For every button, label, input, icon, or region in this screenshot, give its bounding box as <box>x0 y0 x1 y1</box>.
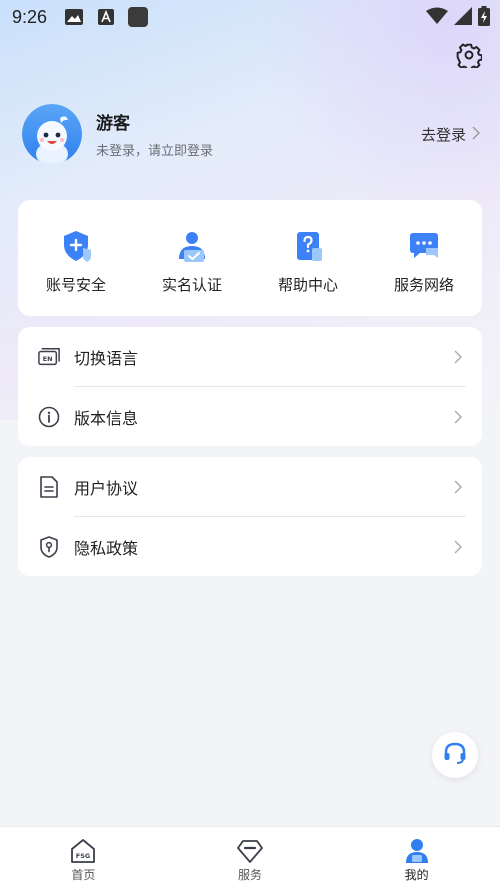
tab-label: 首页 <box>71 868 96 882</box>
profile-section: 游客 未登录，请立即登录 去登录 <box>22 104 482 164</box>
image-icon <box>63 6 85 28</box>
battery-charging-icon <box>478 6 490 30</box>
quick-action-help-center[interactable]: 帮助中心 <box>250 200 366 316</box>
gear-icon <box>456 43 483 72</box>
chevron-right-icon <box>454 409 462 428</box>
settings-button[interactable] <box>456 42 483 72</box>
shield-key-icon <box>38 536 60 558</box>
tab-mine[interactable]: 我的 <box>333 827 500 888</box>
menu-item-privacy-policy[interactable]: 隐私政策 <box>18 517 482 577</box>
menu-item-label: 用户协议 <box>74 479 139 498</box>
tab-home[interactable]: FSG 首页 <box>0 827 167 888</box>
login-hint: 未登录，请立即登录 <box>96 144 214 159</box>
chevron-right-icon <box>454 349 462 368</box>
document-icon <box>38 476 60 498</box>
menu-item-label: 版本信息 <box>74 409 139 428</box>
menu-item-version-info[interactable]: 版本信息 <box>18 387 482 447</box>
login-label: 去登录 <box>420 126 466 144</box>
svg-text:FSG: FSG <box>76 852 90 860</box>
language-en-icon: EN <box>38 346 60 368</box>
user-verify-icon <box>174 228 210 264</box>
chevron-right-icon <box>454 479 462 498</box>
tab-service[interactable]: 服务 <box>167 827 334 888</box>
wifi-icon <box>426 7 448 29</box>
chat-bubble-icon <box>406 228 442 264</box>
menu-item-label: 切换语言 <box>74 349 139 368</box>
quick-action-account-security[interactable]: 账号安全 <box>18 200 134 316</box>
service-diamond-icon <box>236 837 264 865</box>
bottom-tab-bar: FSG 首页 服务 我的 <box>0 826 500 888</box>
login-button[interactable]: 去登录 <box>421 124 480 145</box>
menu-item-label: 隐私政策 <box>74 539 139 558</box>
tab-label: 服务 <box>238 868 263 882</box>
chevron-right-icon <box>472 126 480 144</box>
quick-action-label: 账号安全 <box>45 276 106 294</box>
chevron-right-icon <box>454 539 462 558</box>
info-circle-icon <box>38 406 60 428</box>
quick-action-service-network[interactable]: 服务网络 <box>366 200 482 316</box>
font-icon <box>95 6 117 28</box>
user-name: 游客 <box>96 114 130 134</box>
menu-item-user-agreement[interactable]: 用户协议 <box>18 457 482 517</box>
home-fsg-icon: FSG <box>69 837 97 865</box>
app-square-icon <box>127 6 149 28</box>
customer-service-button[interactable] <box>432 732 478 778</box>
quick-actions-card: 账号安全 实名认证 帮助中心 服务网络 <box>18 200 482 316</box>
quick-action-label: 帮助中心 <box>277 276 338 294</box>
avatar[interactable] <box>22 104 82 164</box>
quick-action-real-name[interactable]: 实名认证 <box>134 200 250 316</box>
tab-label: 我的 <box>404 868 429 882</box>
headset-icon <box>442 740 468 770</box>
quick-action-label: 服务网络 <box>393 276 454 294</box>
settings-group-legal: 用户协议 隐私政策 <box>18 457 482 576</box>
quick-action-label: 实名认证 <box>161 276 222 294</box>
menu-item-switch-language[interactable]: EN 切换语言 <box>18 327 482 387</box>
signal-icon <box>454 7 472 29</box>
status-bar: 9:26 <box>0 0 500 34</box>
question-doc-icon <box>290 228 326 264</box>
settings-group-general: EN 切换语言 版本信息 <box>18 327 482 446</box>
status-time: 9:26 <box>12 6 48 27</box>
svg-text:EN: EN <box>43 355 53 363</box>
user-tab-icon <box>403 837 431 865</box>
shield-plus-icon <box>58 228 94 264</box>
